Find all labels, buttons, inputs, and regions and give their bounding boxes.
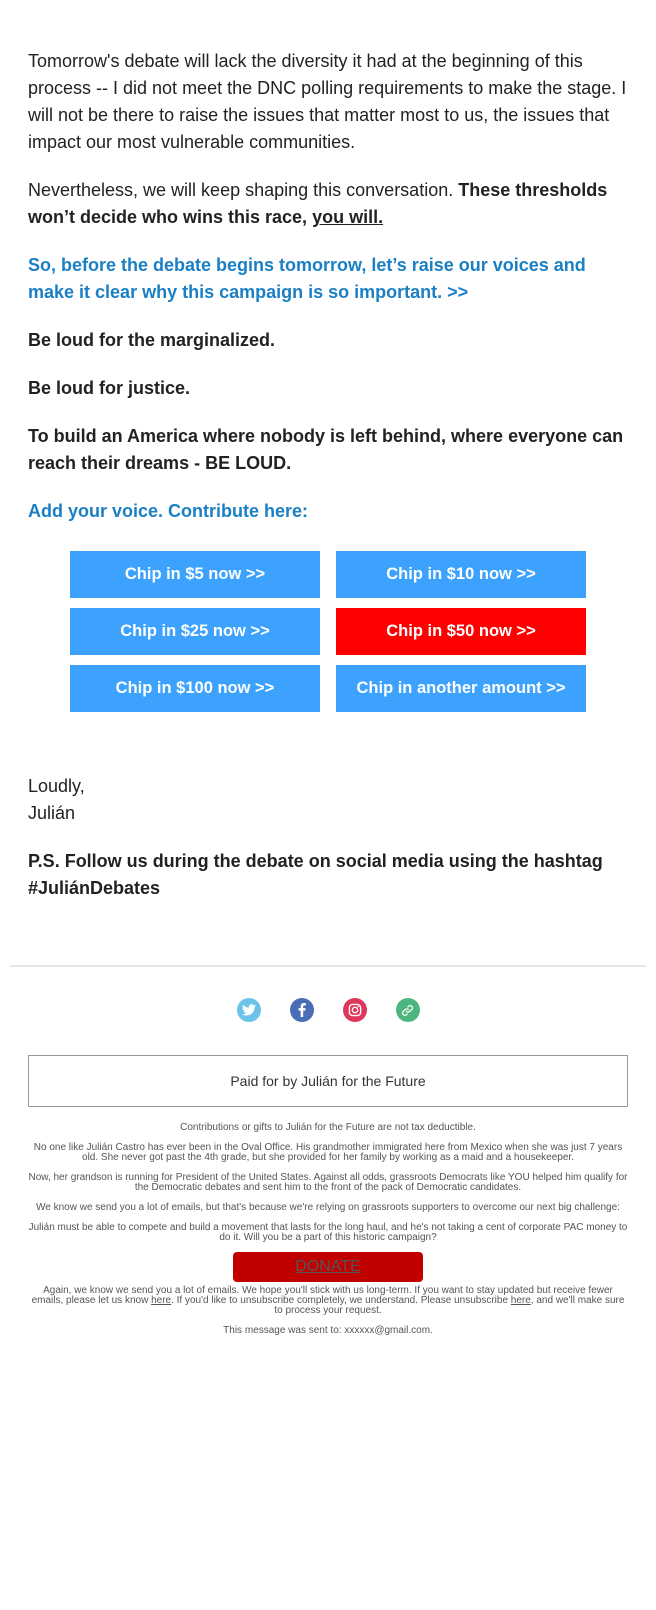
you-will-text: you will. xyxy=(312,207,384,227)
grandmother-story: No one like Julián Castro has ever been … xyxy=(33,1142,623,1163)
grandson-story: Now, her grandson is running for Preside… xyxy=(28,1172,628,1193)
signoff-closing: Loudly, xyxy=(28,776,85,796)
cta-paragraph: So, before the debate begins tomorrow, l… xyxy=(28,252,628,306)
facebook-link[interactable] xyxy=(289,998,314,1022)
contribute-heading: Add your voice. Contribute here: xyxy=(28,501,309,521)
chip-5-button[interactable]: Chip in $5 now >> xyxy=(70,551,320,598)
chip-row: Chip in $5 now >> Chip in $10 now >> xyxy=(70,551,586,598)
justice-line: Be loud for justice. xyxy=(28,378,191,398)
chip-row: Chip in $25 now >> Chip in $50 now >> xyxy=(70,608,586,655)
twitter-link[interactable] xyxy=(236,998,261,1022)
raise-voices-link[interactable]: So, before the debate begins tomorrow, l… xyxy=(28,255,586,302)
tax-notice: Contributions or gifts to Julián for the… xyxy=(180,1122,476,1133)
signoff: Loudly, Julián xyxy=(28,773,628,827)
unsubscribe-link[interactable]: here xyxy=(511,1295,531,1306)
chip-row: Chip in $100 now >> Chip in another amou… xyxy=(70,665,586,712)
instagram-icon xyxy=(348,1003,361,1017)
instagram-link[interactable] xyxy=(342,998,367,1022)
signoff-name: Julián xyxy=(28,803,76,823)
marginalized-line: Be loud for the marginalized. xyxy=(28,330,276,350)
donate-wrap: DONATE xyxy=(28,1252,628,1282)
chip-50-button[interactable]: Chip in $50 now >> xyxy=(336,608,586,655)
twitter-icon xyxy=(241,1004,256,1016)
donation-chip-grid: Chip in $5 now >> Chip in $10 now >> Chi… xyxy=(70,551,586,722)
social-links xyxy=(0,998,656,1022)
email-body: Tomorrow's debate will lack the diversit… xyxy=(28,48,628,546)
unsubscribe-note: Again, we know we send you a lot of emai… xyxy=(28,1286,628,1316)
sent-to-notice: This message was sent to: xxxxxx@gmail.c… xyxy=(223,1325,433,1336)
thresholds-paragraph: Nevertheless, we will keep shaping this … xyxy=(28,177,628,231)
fewer-emails-link[interactable]: here xyxy=(151,1295,171,1306)
website-link[interactable] xyxy=(395,998,420,1022)
thresholds-plain-text: Nevertheless, we will keep shaping this … xyxy=(28,180,459,200)
email-footer: Contributions or gifts to Julián for the… xyxy=(28,1123,628,1346)
intro-paragraph: Tomorrow's debate will lack the diversit… xyxy=(28,51,627,152)
chip-100-button[interactable]: Chip in $100 now >> xyxy=(70,665,320,712)
postscript: P.S. Follow us during the debate on soci… xyxy=(28,851,603,898)
chip-other-amount-button[interactable]: Chip in another amount >> xyxy=(336,665,586,712)
footer-divider xyxy=(10,965,646,967)
paid-for-disclaimer: Paid for by Julián for the Future xyxy=(28,1055,628,1107)
facebook-icon xyxy=(298,1003,306,1017)
emails-note: We know we send you a lot of emails, but… xyxy=(36,1202,620,1213)
donate-button[interactable]: DONATE xyxy=(233,1252,423,1282)
chip-25-button[interactable]: Chip in $25 now >> xyxy=(70,608,320,655)
america-line: To build an America where nobody is left… xyxy=(28,426,624,473)
chip-10-button[interactable]: Chip in $10 now >> xyxy=(336,551,586,598)
compete-note: Julián must be able to compete and build… xyxy=(28,1222,628,1243)
link-icon xyxy=(402,1004,413,1016)
paid-for-text: Paid for by Julián for the Future xyxy=(230,1073,426,1089)
